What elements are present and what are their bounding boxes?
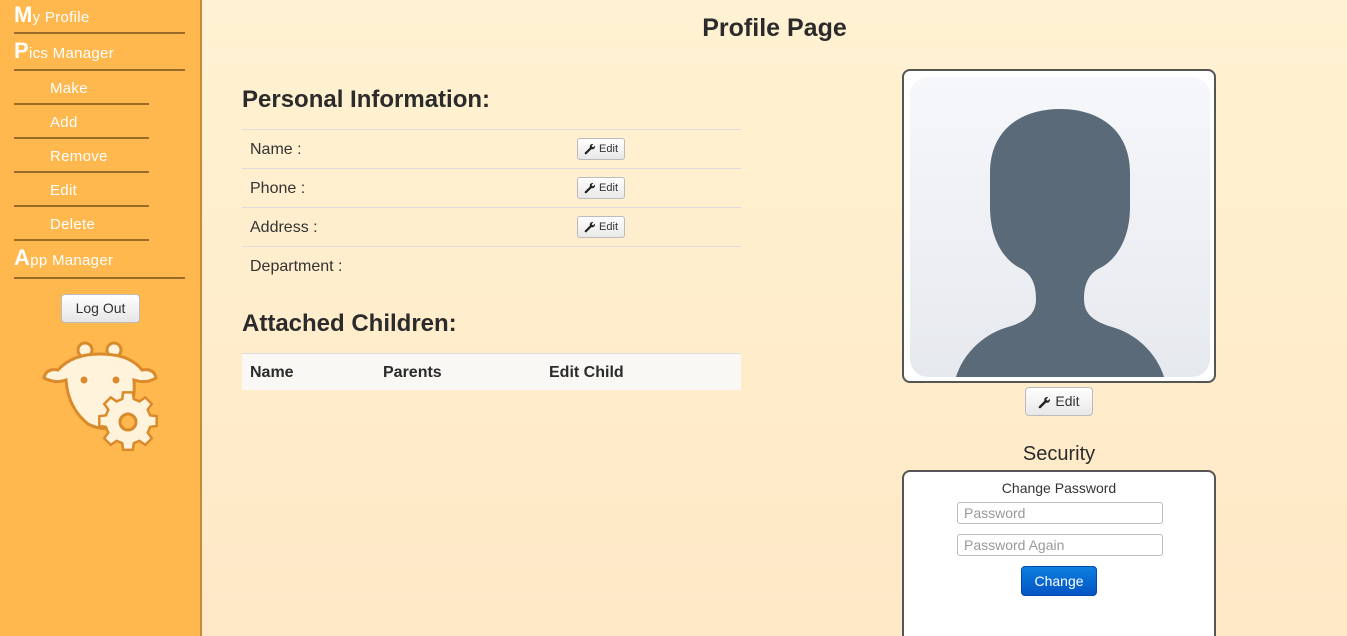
security-panel: Change Password Change xyxy=(902,470,1216,636)
nav-label: Add xyxy=(50,114,78,131)
profile-picture-frame xyxy=(902,69,1216,383)
nav-label: y Profile xyxy=(32,9,90,26)
avatar-silhouette-icon xyxy=(956,109,1164,377)
personal-info-heading: Personal Information: xyxy=(242,86,491,113)
edit-label: Edit xyxy=(599,221,619,233)
edit-picture-button[interactable]: Edit xyxy=(1025,387,1093,416)
nav-label: Make xyxy=(50,80,88,97)
nav-label: pp Manager xyxy=(30,252,114,269)
column-header-name: Name xyxy=(250,364,294,381)
nav-my-profile[interactable]: My Profile xyxy=(14,4,185,34)
giraffe-gear-logo xyxy=(42,341,158,452)
wrench-icon xyxy=(584,183,596,194)
page-title: Profile Page xyxy=(702,14,847,42)
info-row-department: Department : xyxy=(242,246,741,285)
wrench-icon xyxy=(584,144,596,155)
edit-label: Edit xyxy=(599,182,619,194)
logout-button[interactable]: Log Out xyxy=(61,294,140,323)
change-password-label: Change Password xyxy=(1001,480,1117,496)
password-again-input[interactable] xyxy=(957,534,1163,556)
nav-delete[interactable]: Delete xyxy=(14,216,149,241)
nav-make[interactable]: Make xyxy=(14,80,149,105)
info-label: Address : xyxy=(250,219,318,236)
info-label: Name : xyxy=(250,141,302,158)
edit-name-button[interactable]: Edit xyxy=(577,138,625,160)
nav-label: Remove xyxy=(50,148,108,165)
edit-address-button[interactable]: Edit xyxy=(577,216,625,238)
nav-label: Delete xyxy=(50,216,96,233)
edit-label: Edit xyxy=(1055,393,1080,409)
profile-picture xyxy=(910,77,1210,377)
edit-phone-button[interactable]: Edit xyxy=(577,177,625,199)
password-input[interactable] xyxy=(957,502,1163,524)
info-label: Phone : xyxy=(250,180,306,197)
security-title: Security xyxy=(1022,443,1096,465)
column-header-edit-child: Edit Child xyxy=(549,364,624,381)
info-row-address: Address : Edit xyxy=(242,207,741,246)
edit-label: Edit xyxy=(599,143,619,155)
children-table-header: Name Parents Edit Child xyxy=(242,353,741,390)
nav-label: Edit xyxy=(50,182,78,199)
nav-edit[interactable]: Edit xyxy=(14,182,149,207)
info-row-name: Name : Edit xyxy=(242,129,741,168)
wrench-icon xyxy=(584,222,596,233)
wrench-icon xyxy=(1039,396,1051,409)
nav-initial: M xyxy=(14,2,33,27)
column-header-parents: Parents xyxy=(383,364,442,381)
personal-info-table: Name : Edit Phone : Edit Address : Edit … xyxy=(242,129,741,285)
nav-initial: P xyxy=(14,38,29,63)
nav-app-manager[interactable]: App Manager xyxy=(14,247,185,279)
nav-label: ics Manager xyxy=(28,45,114,62)
nav-remove[interactable]: Remove xyxy=(14,148,149,173)
nav-pics-manager[interactable]: Pics Manager xyxy=(14,40,185,71)
info-label: Department : xyxy=(250,258,343,275)
attached-children-heading: Attached Children: xyxy=(242,310,457,337)
nav-add[interactable]: Add xyxy=(14,114,149,139)
change-password-button[interactable]: Change xyxy=(1021,566,1097,596)
sidebar: My Profile Pics Manager Make Add Remove … xyxy=(0,0,202,636)
info-row-phone: Phone : Edit xyxy=(242,168,741,207)
nav-initial: A xyxy=(14,245,31,270)
